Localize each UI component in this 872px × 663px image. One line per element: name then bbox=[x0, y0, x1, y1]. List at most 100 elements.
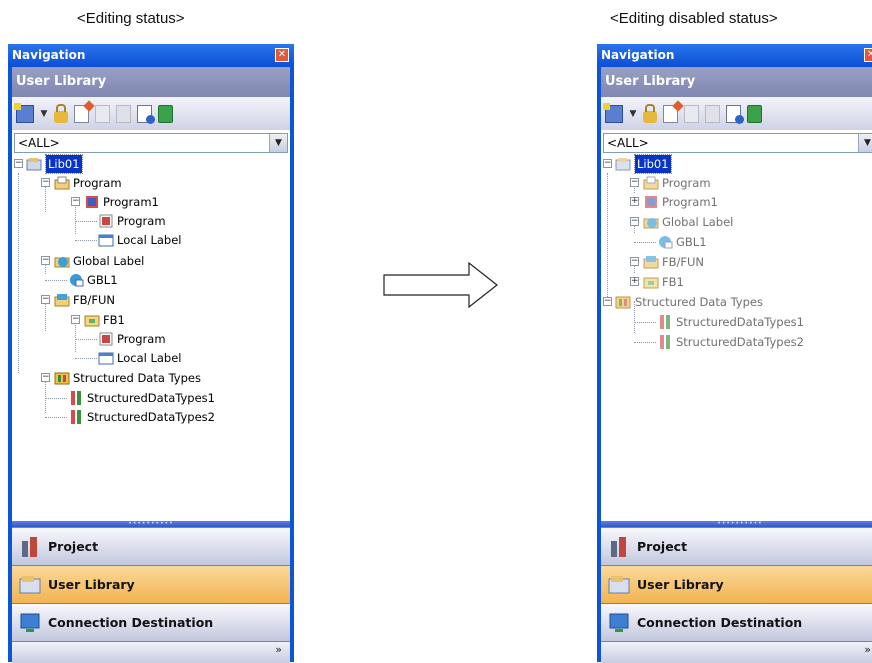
tree-label-program-folder: Program bbox=[662, 176, 711, 190]
chevron-down-icon[interactable]: ▼ bbox=[40, 105, 48, 123]
tree-label-program1-local-label: Local Label bbox=[117, 233, 182, 247]
add-item-icon[interactable] bbox=[74, 104, 89, 123]
tree-label-sdt2: StructuredDataTypes2 bbox=[87, 410, 215, 424]
collapse-icon[interactable]: − bbox=[71, 315, 80, 324]
nav-button-user-library[interactable]: User Library bbox=[601, 565, 872, 603]
navigation-title: Navigation bbox=[601, 48, 675, 62]
chevron-down-icon[interactable]: ▼ bbox=[629, 105, 637, 123]
tree-label-program1: Program1 bbox=[103, 195, 159, 209]
connection-icon bbox=[609, 613, 629, 632]
global-label-icon bbox=[643, 218, 659, 229]
structured-data-types-icon bbox=[71, 391, 81, 405]
nav-button-project[interactable]: Project bbox=[12, 527, 290, 565]
refresh-icon[interactable] bbox=[747, 104, 762, 123]
fb-icon bbox=[84, 315, 100, 327]
collapse-icon[interactable]: − bbox=[41, 178, 50, 187]
tree-label-fbfun: FB/FUN bbox=[73, 293, 116, 307]
tree-label-fbfun: FB/FUN bbox=[662, 255, 705, 269]
tree-connector bbox=[18, 173, 19, 373]
copy-icon[interactable] bbox=[684, 104, 699, 123]
tree-label-sdt1: StructuredDataTypes1 bbox=[87, 391, 215, 405]
library-toolbar: ▼ bbox=[601, 97, 872, 130]
properties-icon[interactable] bbox=[137, 104, 155, 124]
tree-connector bbox=[634, 342, 656, 343]
library-icon bbox=[608, 576, 630, 594]
tree-connector bbox=[45, 280, 67, 281]
library-toolbar: ▼ bbox=[12, 97, 290, 130]
nav-button-connection-destination[interactable]: Connection Destination bbox=[12, 603, 290, 641]
collapse-icon[interactable]: − bbox=[603, 297, 612, 306]
properties-icon[interactable] bbox=[726, 104, 744, 124]
filter-select[interactable]: <ALL> ▼ bbox=[14, 133, 288, 153]
collapse-icon[interactable]: − bbox=[41, 373, 50, 382]
new-data-icon[interactable] bbox=[603, 102, 623, 123]
chevron-double-icon[interactable]: » bbox=[275, 644, 282, 655]
tree-label-structured-data-types: Structured Data Types bbox=[635, 295, 763, 309]
tree-connector bbox=[45, 417, 67, 418]
fb-fun-icon bbox=[643, 256, 659, 269]
structured-data-types-icon bbox=[660, 335, 670, 349]
structured-data-types-icon bbox=[660, 315, 670, 329]
collapse-icon[interactable]: − bbox=[603, 159, 612, 168]
library-icon bbox=[19, 576, 41, 594]
expand-icon[interactable]: + bbox=[630, 277, 639, 286]
global-label-icon bbox=[70, 274, 84, 287]
nav-footer: » bbox=[12, 641, 290, 663]
tree-label-fb1: FB1 bbox=[103, 313, 125, 327]
collapse-icon[interactable]: − bbox=[630, 178, 639, 187]
tree-label-sdt2: StructuredDataTypes2 bbox=[676, 335, 804, 349]
navigation-panel-editing-disabled: Navigation ✕ User Library ▼ <ALL> ▼ − Li… bbox=[597, 44, 872, 663]
expand-icon[interactable]: + bbox=[630, 197, 639, 206]
collapse-icon[interactable]: − bbox=[41, 256, 50, 265]
program-icon bbox=[99, 332, 113, 346]
tree-label-fb1-local-label: Local Label bbox=[117, 351, 182, 365]
add-item-icon[interactable] bbox=[663, 104, 678, 123]
collapse-icon[interactable]: − bbox=[71, 197, 80, 206]
tree-connector bbox=[607, 173, 608, 297]
chevron-double-icon[interactable]: » bbox=[864, 644, 871, 655]
library-icon bbox=[615, 158, 631, 171]
lock-icon[interactable] bbox=[54, 103, 68, 123]
paste-icon[interactable] bbox=[705, 104, 720, 123]
structured-data-types-icon bbox=[615, 296, 631, 309]
nav-button-project[interactable]: Project bbox=[601, 527, 872, 565]
tree-label-root: Lib01 bbox=[634, 154, 672, 174]
chevron-down-icon[interactable]: ▼ bbox=[858, 134, 872, 152]
close-icon[interactable]: ✕ bbox=[275, 48, 289, 62]
lock-icon[interactable] bbox=[643, 103, 657, 123]
global-label-icon bbox=[54, 257, 70, 268]
collapse-icon[interactable]: − bbox=[630, 257, 639, 266]
tree-label-global-label: Global Label bbox=[662, 215, 734, 229]
collapse-icon[interactable]: − bbox=[41, 295, 50, 304]
arrow-right-icon bbox=[383, 262, 498, 308]
tree-connector bbox=[634, 242, 656, 243]
refresh-icon[interactable] bbox=[158, 104, 173, 123]
nav-button-connection-destination[interactable]: Connection Destination bbox=[601, 603, 872, 641]
chevron-down-icon[interactable]: ▼ bbox=[269, 134, 287, 152]
local-label-icon bbox=[98, 234, 114, 247]
navigation-body: User Library ▼ <ALL> ▼ − Lib01 − Program… bbox=[601, 67, 872, 663]
caption-editing-disabled: <Editing disabled status> bbox=[610, 10, 778, 27]
tree-label-fb1: FB1 bbox=[662, 275, 684, 289]
program-folder-icon bbox=[643, 176, 659, 190]
fb-fun-icon bbox=[54, 294, 70, 307]
tree-connector bbox=[75, 358, 97, 359]
copy-icon[interactable] bbox=[95, 104, 110, 123]
paste-icon[interactable] bbox=[116, 104, 131, 123]
collapse-icon[interactable]: − bbox=[630, 217, 639, 226]
tree-label-gbl1: GBL1 bbox=[87, 273, 118, 287]
filter-select[interactable]: <ALL> ▼ bbox=[603, 133, 872, 153]
connection-icon bbox=[20, 613, 40, 632]
library-tree: − Lib01 − Program − Program1 Program Loc… bbox=[14, 154, 288, 517]
close-icon[interactable]: ✕ bbox=[864, 48, 872, 62]
navigation-titlebar: Navigation ✕ bbox=[597, 44, 872, 67]
new-data-icon[interactable] bbox=[14, 102, 34, 123]
nav-button-user-library[interactable]: User Library bbox=[12, 565, 290, 603]
tree-connector bbox=[45, 377, 46, 413]
library-header: User Library bbox=[601, 67, 872, 97]
structured-data-types-icon bbox=[71, 410, 81, 424]
structured-data-types-icon bbox=[54, 372, 70, 385]
tree-connector bbox=[75, 240, 97, 241]
collapse-icon[interactable]: − bbox=[14, 159, 23, 168]
nav-button-connection-destination-label: Connection Destination bbox=[48, 615, 214, 630]
